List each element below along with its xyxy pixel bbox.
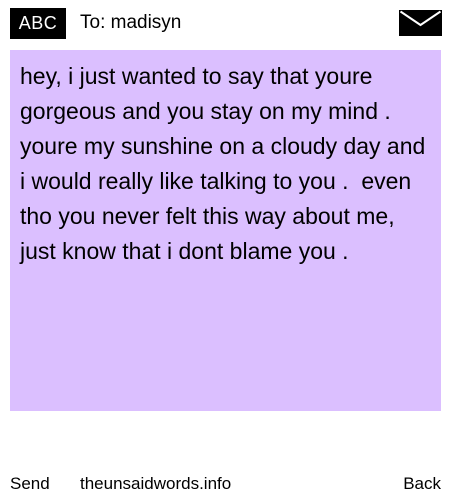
message-text: hey, i just wanted to say that youre gor…: [20, 63, 432, 264]
recipient-field[interactable]: To: madisyn: [80, 10, 181, 36]
message-body[interactable]: hey, i just wanted to say that youre gor…: [10, 50, 441, 411]
back-button[interactable]: Back: [403, 473, 441, 495]
envelope-icon: [399, 10, 442, 36]
site-label: theunsaidwords.info: [80, 474, 232, 493]
input-mode-badge[interactable]: ABC: [10, 8, 66, 39]
send-button[interactable]: Send: [10, 473, 50, 495]
